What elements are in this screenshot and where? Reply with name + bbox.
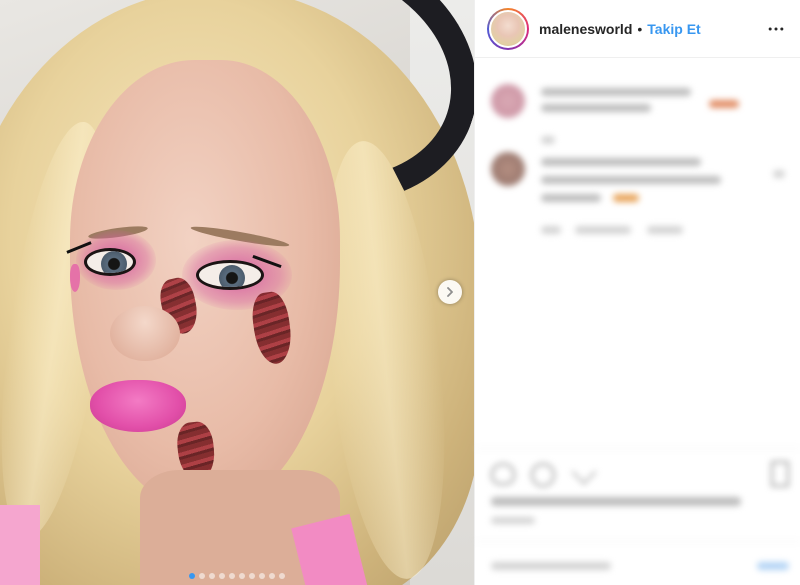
comment-meta xyxy=(541,226,561,234)
comment-icon[interactable] xyxy=(531,463,555,487)
post-actions xyxy=(475,448,800,585)
more-horizontal-icon xyxy=(768,27,784,30)
comment-meta xyxy=(575,226,631,234)
carousel-dot xyxy=(259,573,265,579)
carousel-dot xyxy=(279,573,285,579)
carousel-dot xyxy=(209,573,215,579)
username-link[interactable]: malenesworld xyxy=(539,21,632,37)
carousel-dot xyxy=(229,573,235,579)
comment-text xyxy=(541,88,691,96)
nose xyxy=(110,306,180,361)
share-icon[interactable] xyxy=(571,459,597,485)
add-comment-input[interactable] xyxy=(491,562,611,570)
likes-count[interactable] xyxy=(491,497,741,506)
carousel-dot xyxy=(269,573,275,579)
carousel-dot xyxy=(199,573,205,579)
comment-meta xyxy=(541,136,555,144)
comment-text xyxy=(541,176,721,184)
follow-button[interactable]: Takip Et xyxy=(647,21,700,37)
post-comment-button[interactable] xyxy=(757,562,789,570)
comment-text xyxy=(541,104,651,112)
carousel-dot xyxy=(249,573,255,579)
comments-section xyxy=(475,66,800,436)
carousel-dot xyxy=(219,573,225,579)
left-eye xyxy=(84,248,136,276)
more-options-button[interactable] xyxy=(764,17,788,41)
post-side-panel: malenesworld • Takip Et xyxy=(474,0,800,585)
carousel-dot-active xyxy=(189,573,195,579)
comment-like-icon[interactable] xyxy=(773,170,785,178)
commenter-avatar[interactable] xyxy=(491,84,525,118)
comment-emoji xyxy=(709,100,739,108)
post-image[interactable] xyxy=(0,0,474,585)
lips xyxy=(90,380,186,432)
post-timestamp xyxy=(491,517,535,524)
avatar[interactable] xyxy=(489,9,527,48)
next-slide-button[interactable] xyxy=(438,280,462,304)
comment-text xyxy=(541,158,701,166)
pink-mark xyxy=(70,264,80,292)
right-eye xyxy=(196,260,264,290)
heart-icon[interactable] xyxy=(491,463,515,485)
carousel-indicator xyxy=(0,573,474,579)
commenter-avatar[interactable] xyxy=(491,152,525,186)
comment-meta xyxy=(647,226,683,234)
blood-tear-right xyxy=(249,289,295,367)
carousel-dot xyxy=(239,573,245,579)
chevron-right-icon xyxy=(447,287,453,297)
comment-text xyxy=(541,194,601,202)
separator-dot: • xyxy=(637,20,643,37)
story-ring[interactable] xyxy=(487,7,529,50)
comment-emoji xyxy=(613,194,639,202)
bookmark-icon[interactable] xyxy=(771,461,789,487)
post-header: malenesworld • Takip Et xyxy=(475,0,800,58)
